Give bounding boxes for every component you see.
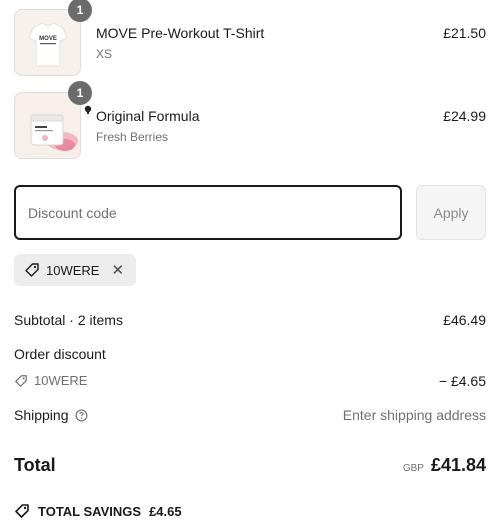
applied-discount-chip: 10WERE ✕ — [14, 254, 136, 286]
savings-value: £4.65 — [149, 503, 182, 519]
line-item-tshirt: MOVE 1 MOVE Pre-Workout T-Shirt XS £21.5… — [14, 0, 486, 77]
tshirt-image: MOVE — [28, 22, 68, 67]
item-title: MOVE Pre-Workout T-Shirt — [96, 25, 265, 41]
discount-code-input[interactable] — [14, 185, 402, 240]
apply-discount-button[interactable]: Apply — [416, 185, 486, 240]
savings-label: TOTAL SAVINGS — [38, 503, 142, 519]
line-item-formula: 1 Original Formula Fresh Berries £24.99 — [14, 81, 486, 160]
total-value: £41.84 — [430, 455, 486, 475]
quantity-badge: 1 — [68, 81, 92, 105]
help-icon[interactable] — [75, 409, 88, 422]
order-discount-label: Order discount — [14, 346, 106, 362]
tag-icon — [14, 374, 28, 388]
discount-value: − £4.65 — [438, 373, 486, 389]
shipping-row: Shipping — [14, 407, 88, 423]
quantity-badge: 1 — [68, 0, 92, 22]
product-thumbnail: 1 — [14, 81, 92, 159]
item-variant: XS — [96, 47, 113, 61]
discount-code-row: 10WERE — [14, 373, 87, 388]
tshirt-print-text: MOVE — [39, 36, 57, 42]
currency-code: GBP — [402, 463, 424, 474]
subtotal-label: Subtotal · 2 items — [14, 312, 123, 328]
product-thumbnail: MOVE 1 — [14, 0, 92, 76]
total-label: Total — [14, 455, 56, 475]
item-title: Original Formula — [96, 108, 200, 124]
total-value-group: GBP £41.84 — [403, 455, 486, 476]
tag-icon — [24, 262, 40, 278]
shipping-label: Shipping — [14, 407, 69, 423]
item-price: £24.99 — [443, 108, 486, 124]
applied-discount-code: 10WERE — [46, 262, 100, 278]
subtotal-value: £46.49 — [443, 312, 486, 328]
close-icon[interactable]: ✕ — [111, 261, 124, 279]
discount-code-label: 10WERE — [34, 373, 88, 388]
total-savings: TOTAL SAVINGS £4.65 — [14, 503, 182, 519]
item-variant: Fresh Berries — [96, 130, 169, 144]
tub-image — [30, 114, 78, 151]
tag-icon — [14, 503, 30, 519]
cursor-icon — [84, 105, 92, 114]
shipping-value: Enter shipping address — [342, 407, 486, 423]
item-price: £21.50 — [443, 25, 486, 41]
